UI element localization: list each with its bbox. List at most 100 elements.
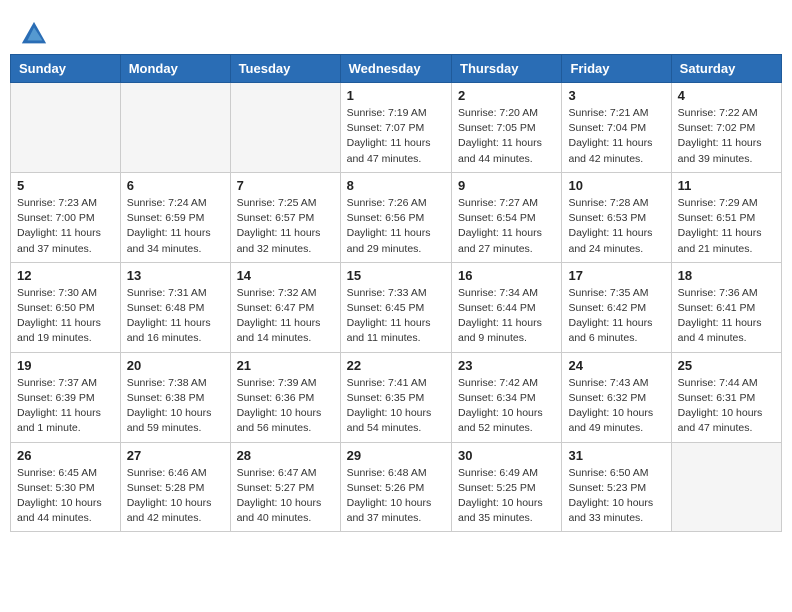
- calendar-day-cell: 18Sunrise: 7:36 AM Sunset: 6:41 PM Dayli…: [671, 262, 781, 352]
- day-of-week-header: Friday: [562, 55, 671, 83]
- day-number: 10: [568, 178, 664, 193]
- day-number: 3: [568, 88, 664, 103]
- day-number: 11: [678, 178, 775, 193]
- calendar-day-cell: 3 Sunrise: 7:21 AM Sunset: 7:04 PM Daylig…: [562, 83, 671, 173]
- day-info: Sunrise: 7:33 AM Sunset: 6:45 PM Dayligh…: [347, 286, 445, 347]
- day-number: 8: [347, 178, 445, 193]
- calendar-day-cell: 12 Sunrise: 7:30 AM Sunset: 6:50 PM Dayli…: [11, 262, 121, 352]
- day-number: 16: [458, 268, 555, 283]
- day-of-week-header: Wednesday: [340, 55, 451, 83]
- calendar-day-cell: 9Sunrise: 7:27 AM Sunset: 6:54 PM Daylig…: [452, 172, 562, 262]
- day-number: 26: [17, 448, 114, 463]
- calendar-day-cell: 16Sunrise: 7:34 AM Sunset: 6:44 PM Dayli…: [452, 262, 562, 352]
- calendar-day-cell: 30Sunrise: 6:49 AM Sunset: 5:25 PM Dayli…: [452, 442, 562, 532]
- calendar-day-cell: [11, 83, 121, 173]
- day-number: 19: [17, 358, 114, 373]
- calendar-day-cell: 27Sunrise: 6:46 AM Sunset: 5:28 PM Dayli…: [120, 442, 230, 532]
- day-info: Sunrise: 7:39 AM Sunset: 6:36 PM Dayligh…: [237, 376, 334, 437]
- day-info: Sunrise: 7:31 AM Sunset: 6:48 PM Dayligh…: [127, 286, 224, 347]
- calendar-table: SundayMondayTuesdayWednesdayThursdayFrid…: [10, 54, 782, 532]
- day-info: Sunrise: 7:32 AM Sunset: 6:47 PM Dayligh…: [237, 286, 334, 347]
- day-number: 20: [127, 358, 224, 373]
- day-info: Sunrise: 7:26 AM Sunset: 6:56 PM Dayligh…: [347, 196, 445, 257]
- day-info: Sunrise: 7:44 AM Sunset: 6:31 PM Dayligh…: [678, 376, 775, 437]
- calendar-day-cell: 2 Sunrise: 7:20 AM Sunset: 7:05 PM Daylig…: [452, 83, 562, 173]
- day-number: 6: [127, 178, 224, 193]
- day-info: Sunrise: 7:41 AM Sunset: 6:35 PM Dayligh…: [347, 376, 445, 437]
- calendar-day-cell: 28Sunrise: 6:47 AM Sunset: 5:27 PM Dayli…: [230, 442, 340, 532]
- day-of-week-header: Tuesday: [230, 55, 340, 83]
- calendar-week-row: 5 Sunrise: 7:23 AM Sunset: 7:00 PM Daylig…: [11, 172, 782, 262]
- calendar-week-row: 26 Sunrise: 6:45 AM Sunset: 5:30 PM Dayli…: [11, 442, 782, 532]
- day-info: Sunrise: 6:46 AM Sunset: 5:28 PM Dayligh…: [127, 466, 224, 527]
- day-number: 1: [347, 88, 445, 103]
- day-number: 22: [347, 358, 445, 373]
- calendar-day-cell: 29Sunrise: 6:48 AM Sunset: 5:26 PM Dayli…: [340, 442, 451, 532]
- calendar-day-cell: [230, 83, 340, 173]
- calendar-day-cell: 25 Sunrise: 7:44 AM Sunset: 6:31 PM Dayli…: [671, 352, 781, 442]
- day-number: 4: [678, 88, 775, 103]
- day-number: 15: [347, 268, 445, 283]
- logo-icon: [20, 20, 48, 48]
- calendar-day-cell: 31 Sunrise: 6:50 AM Sunset: 5:23 PM Dayli…: [562, 442, 671, 532]
- calendar-day-cell: 22 Sunrise: 7:41 AM Sunset: 6:35 PM Dayli…: [340, 352, 451, 442]
- day-info: Sunrise: 7:38 AM Sunset: 6:38 PM Dayligh…: [127, 376, 224, 437]
- day-info: Sunrise: 7:20 AM Sunset: 7:05 PM Dayligh…: [458, 106, 555, 167]
- day-info: Sunrise: 7:35 AM Sunset: 6:42 PM Dayligh…: [568, 286, 664, 347]
- day-of-week-header: Monday: [120, 55, 230, 83]
- calendar-day-cell: 15 Sunrise: 7:33 AM Sunset: 6:45 PM Dayli…: [340, 262, 451, 352]
- calendar-day-cell: 14 Sunrise: 7:32 AM Sunset: 6:47 PM Dayli…: [230, 262, 340, 352]
- day-info: Sunrise: 7:29 AM Sunset: 6:51 PM Dayligh…: [678, 196, 775, 257]
- calendar-day-cell: 19Sunrise: 7:37 AM Sunset: 6:39 PM Dayli…: [11, 352, 121, 442]
- calendar-day-cell: 23 Sunrise: 7:42 AM Sunset: 6:34 PM Dayli…: [452, 352, 562, 442]
- day-info: Sunrise: 7:28 AM Sunset: 6:53 PM Dayligh…: [568, 196, 664, 257]
- day-info: Sunrise: 7:24 AM Sunset: 6:59 PM Dayligh…: [127, 196, 224, 257]
- calendar-header-row: SundayMondayTuesdayWednesdayThursdayFrid…: [11, 55, 782, 83]
- day-number: 24: [568, 358, 664, 373]
- calendar-day-cell: [671, 442, 781, 532]
- day-info: Sunrise: 7:36 AM Sunset: 6:41 PM Dayligh…: [678, 286, 775, 347]
- calendar-day-cell: [120, 83, 230, 173]
- page-header: [10, 10, 782, 54]
- day-number: 14: [237, 268, 334, 283]
- calendar-week-row: 1 Sunrise: 7:19 AM Sunset: 7:07 PM Daylig…: [11, 83, 782, 173]
- day-info: Sunrise: 7:27 AM Sunset: 6:54 PM Dayligh…: [458, 196, 555, 257]
- calendar-day-cell: 10 Sunrise: 7:28 AM Sunset: 6:53 PM Dayli…: [562, 172, 671, 262]
- calendar-day-cell: 6 Sunrise: 7:24 AM Sunset: 6:59 PM Daylig…: [120, 172, 230, 262]
- calendar-day-cell: 21 Sunrise: 7:39 AM Sunset: 6:36 PM Dayli…: [230, 352, 340, 442]
- day-number: 21: [237, 358, 334, 373]
- day-number: 17: [568, 268, 664, 283]
- calendar-week-row: 12 Sunrise: 7:30 AM Sunset: 6:50 PM Dayli…: [11, 262, 782, 352]
- day-number: 31: [568, 448, 664, 463]
- calendar-day-cell: 7Sunrise: 7:25 AM Sunset: 6:57 PM Daylig…: [230, 172, 340, 262]
- day-of-week-header: Thursday: [452, 55, 562, 83]
- calendar-day-cell: 24Sunrise: 7:43 AM Sunset: 6:32 PM Dayli…: [562, 352, 671, 442]
- day-info: Sunrise: 6:50 AM Sunset: 5:23 PM Dayligh…: [568, 466, 664, 527]
- day-number: 2: [458, 88, 555, 103]
- calendar-day-cell: 8 Sunrise: 7:26 AM Sunset: 6:56 PM Daylig…: [340, 172, 451, 262]
- day-number: 29: [347, 448, 445, 463]
- day-info: Sunrise: 7:42 AM Sunset: 6:34 PM Dayligh…: [458, 376, 555, 437]
- day-info: Sunrise: 7:30 AM Sunset: 6:50 PM Dayligh…: [17, 286, 114, 347]
- day-number: 12: [17, 268, 114, 283]
- calendar-day-cell: 5 Sunrise: 7:23 AM Sunset: 7:00 PM Daylig…: [11, 172, 121, 262]
- calendar-day-cell: 26 Sunrise: 6:45 AM Sunset: 5:30 PM Dayli…: [11, 442, 121, 532]
- calendar-day-cell: 1 Sunrise: 7:19 AM Sunset: 7:07 PM Daylig…: [340, 83, 451, 173]
- day-info: Sunrise: 7:19 AM Sunset: 7:07 PM Dayligh…: [347, 106, 445, 167]
- calendar-day-cell: 4Sunrise: 7:22 AM Sunset: 7:02 PM Daylig…: [671, 83, 781, 173]
- calendar-day-cell: 11 Sunrise: 7:29 AM Sunset: 6:51 PM Dayli…: [671, 172, 781, 262]
- day-of-week-header: Saturday: [671, 55, 781, 83]
- calendar-week-row: 19Sunrise: 7:37 AM Sunset: 6:39 PM Dayli…: [11, 352, 782, 442]
- day-info: Sunrise: 6:49 AM Sunset: 5:25 PM Dayligh…: [458, 466, 555, 527]
- day-number: 25: [678, 358, 775, 373]
- day-number: 5: [17, 178, 114, 193]
- day-info: Sunrise: 7:23 AM Sunset: 7:00 PM Dayligh…: [17, 196, 114, 257]
- day-info: Sunrise: 7:25 AM Sunset: 6:57 PM Dayligh…: [237, 196, 334, 257]
- day-info: Sunrise: 6:45 AM Sunset: 5:30 PM Dayligh…: [17, 466, 114, 527]
- calendar-day-cell: 17 Sunrise: 7:35 AM Sunset: 6:42 PM Dayli…: [562, 262, 671, 352]
- day-number: 13: [127, 268, 224, 283]
- day-info: Sunrise: 7:21 AM Sunset: 7:04 PM Dayligh…: [568, 106, 664, 167]
- day-number: 23: [458, 358, 555, 373]
- calendar-day-cell: 20 Sunrise: 7:38 AM Sunset: 6:38 PM Dayli…: [120, 352, 230, 442]
- calendar-day-cell: 13 Sunrise: 7:31 AM Sunset: 6:48 PM Dayli…: [120, 262, 230, 352]
